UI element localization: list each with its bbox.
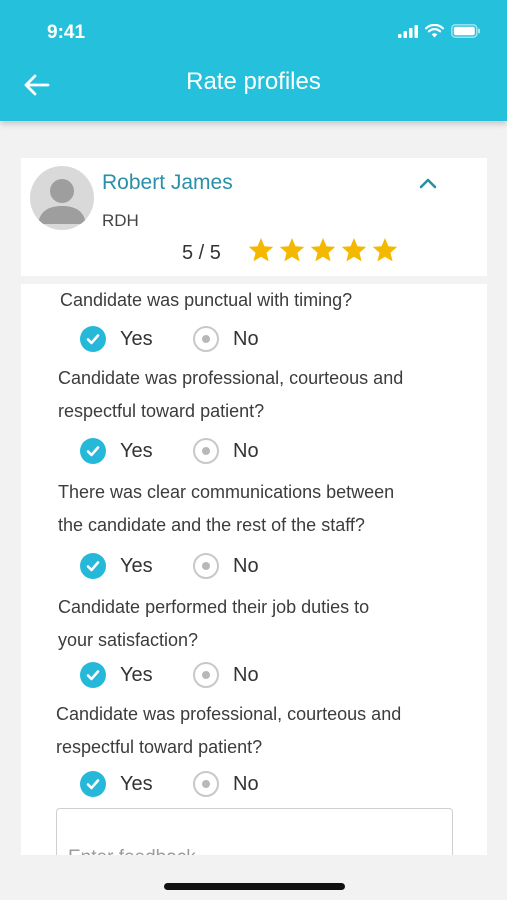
- question-text: Candidate was professional, courteous an…: [58, 368, 404, 388]
- checkmark-icon: [80, 771, 106, 797]
- option-no-label: No: [233, 663, 259, 686]
- option-yes-label: Yes: [120, 772, 153, 795]
- app-header: 9:41 Rate profiles: [0, 0, 507, 121]
- question-text: respectful toward patient?: [56, 737, 263, 757]
- avatar: [30, 166, 94, 230]
- option-no[interactable]: No: [193, 771, 259, 797]
- option-yes[interactable]: Yes: [80, 771, 153, 797]
- chevron-up-icon: [419, 178, 437, 189]
- status-icons: [398, 24, 481, 38]
- cellular-signal-icon: [398, 24, 418, 38]
- radio-icon: [193, 662, 219, 688]
- questions-card: Candidate was punctual with timing? Yes No…: [21, 284, 487, 855]
- status-time: 9:41: [47, 22, 86, 43]
- question-text: the candidate and the rest of the staff?: [58, 515, 365, 535]
- option-no[interactable]: No: [193, 326, 259, 352]
- star-rating[interactable]: [247, 236, 399, 264]
- option-yes[interactable]: Yes: [80, 326, 153, 352]
- star-icon[interactable]: [340, 236, 368, 264]
- option-no-label: No: [233, 439, 259, 462]
- option-no[interactable]: No: [193, 662, 259, 688]
- profile-card: Robert James RDH 5 / 5: [21, 158, 487, 276]
- option-yes[interactable]: Yes: [80, 662, 153, 688]
- battery-icon: [451, 24, 480, 38]
- option-no[interactable]: No: [193, 553, 259, 579]
- option-yes-label: Yes: [120, 554, 153, 577]
- person-placeholder-icon: [38, 179, 86, 224]
- option-no-label: No: [233, 327, 259, 350]
- question-text: Candidate was punctual with timing?: [60, 290, 353, 310]
- option-yes-label: Yes: [120, 439, 153, 462]
- home-indicator: [164, 883, 345, 890]
- question-text: There was clear communications between: [58, 482, 395, 502]
- profile-role: RDH: [102, 211, 139, 230]
- page-title: Rate profiles: [186, 68, 321, 95]
- option-yes[interactable]: Yes: [80, 438, 153, 464]
- checkmark-icon: [80, 553, 106, 579]
- option-yes[interactable]: Yes: [80, 553, 153, 579]
- checkmark-icon: [80, 438, 106, 464]
- wifi-icon: [425, 24, 444, 38]
- feedback-input[interactable]: [56, 808, 453, 855]
- question-text: respectful toward patient?: [58, 401, 265, 421]
- option-yes-label: Yes: [120, 663, 153, 686]
- star-icon[interactable]: [247, 236, 275, 264]
- radio-icon: [193, 438, 219, 464]
- checkmark-icon: [80, 326, 106, 352]
- question-text: your satisfaction?: [58, 630, 199, 650]
- profile-name: Robert James: [102, 171, 233, 194]
- checkmark-icon: [80, 662, 106, 688]
- radio-icon: [193, 553, 219, 579]
- question-text: Candidate was professional, courteous an…: [56, 704, 402, 724]
- rating-score: 5 / 5: [182, 242, 221, 264]
- star-icon[interactable]: [309, 236, 337, 264]
- radio-icon: [193, 771, 219, 797]
- radio-icon: [193, 326, 219, 352]
- collapse-button[interactable]: [417, 175, 439, 191]
- question-text: Candidate performed their job duties to: [58, 597, 370, 617]
- star-icon[interactable]: [371, 236, 399, 264]
- option-yes-label: Yes: [120, 327, 153, 350]
- option-no-label: No: [233, 554, 259, 577]
- star-icon[interactable]: [278, 236, 306, 264]
- option-no-label: No: [233, 772, 259, 795]
- option-no[interactable]: No: [193, 438, 259, 464]
